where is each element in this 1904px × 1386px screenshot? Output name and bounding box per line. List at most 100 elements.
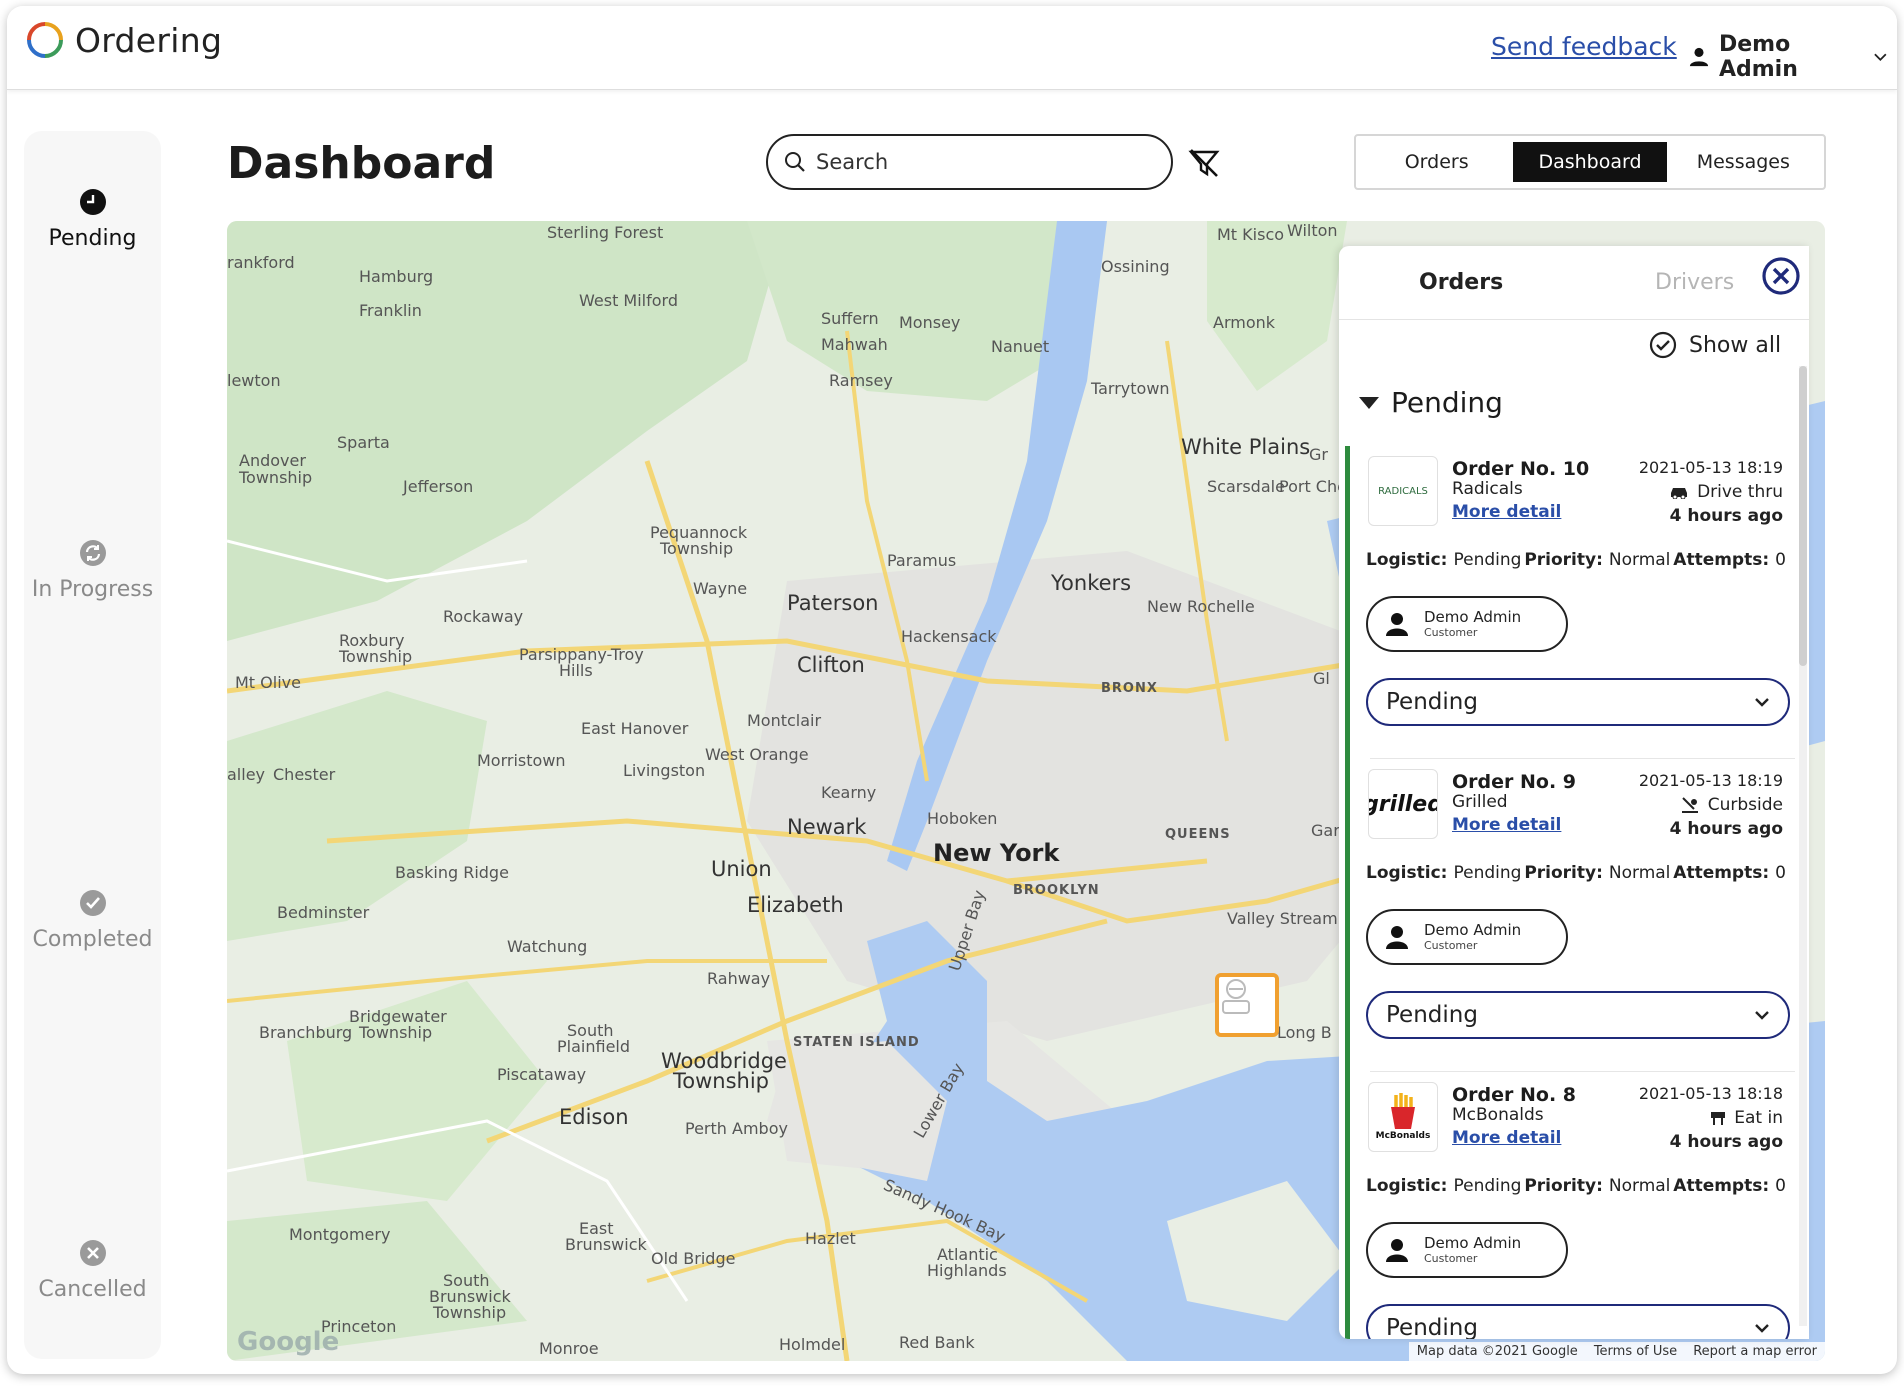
order-meta: Logistic: Pending Priority: Normal Attempt…	[1366, 863, 1786, 883]
order-card[interactable]: grilled Order No. 9 Grilled More detail …	[1345, 759, 1795, 1072]
show-all-toggle[interactable]: Show all	[1649, 331, 1781, 359]
map-label: Old Bridge	[651, 1249, 736, 1268]
map-label: alley	[227, 765, 266, 784]
map-label: Gl	[1313, 669, 1330, 688]
more-detail-link[interactable]: More detail	[1452, 1128, 1561, 1148]
logistic-label: Logistic:	[1366, 1176, 1448, 1196]
order-number: Order No. 9	[1452, 771, 1577, 793]
map-label: BRONX	[1101, 681, 1158, 696]
map-label: Ramsey	[829, 371, 893, 390]
sidebar-item-cancelled[interactable]: Cancelled	[24, 1239, 161, 1302]
order-card[interactable]: McBonalds Order No. 8 McBonalds More det…	[1345, 1072, 1795, 1339]
order-card[interactable]: RADICALS Order No. 10 Radicals More deta…	[1345, 446, 1795, 759]
map-label: White Plains	[1181, 435, 1311, 459]
map-label: Wayne	[693, 579, 748, 598]
business-name: Radicals	[1452, 479, 1523, 499]
top-header: Ordering Send feedback Demo Admin	[7, 6, 1897, 90]
map-attribution: Map data ©2021 Google Terms of Use Repor…	[1408, 1342, 1825, 1361]
store-icon	[1222, 979, 1250, 1014]
map-label: Township	[433, 1303, 507, 1322]
sidebar-item-in-progress[interactable]: In Progress	[24, 539, 161, 602]
chevron-down-icon	[1755, 698, 1769, 707]
search-icon	[785, 152, 805, 172]
attempts-value: 0	[1775, 1176, 1786, 1196]
tab-orders[interactable]: Orders	[1360, 142, 1513, 182]
map-label: rankford	[227, 253, 295, 272]
attempts-value: 0	[1775, 863, 1786, 883]
logistic-label: Logistic:	[1366, 863, 1448, 883]
customer-chip[interactable]: Demo Admin Customer	[1366, 1222, 1568, 1278]
map-label: Montgomery	[289, 1225, 391, 1244]
business-map-marker[interactable]	[1215, 973, 1279, 1037]
close-panel-icon[interactable]	[1761, 256, 1801, 296]
map-label: Rockaway	[443, 607, 524, 626]
priority-label: Priority:	[1524, 1176, 1603, 1196]
map-label: New Rochelle	[1147, 597, 1255, 616]
chevron-down-icon	[1874, 53, 1887, 62]
map-label: Elizabeth	[747, 893, 844, 917]
refresh-icon	[79, 540, 106, 566]
delivery-type: Eat in	[1710, 1108, 1783, 1128]
page-title: Dashboard	[227, 138, 496, 189]
fries-icon	[1391, 1093, 1415, 1129]
orders-panel: Orders Drivers Show all Pending RADICALS…	[1339, 246, 1809, 1339]
map-label: Holmdel	[779, 1335, 846, 1354]
customer-name: Demo Admin	[1424, 921, 1522, 939]
avatar-icon	[1386, 926, 1408, 949]
more-detail-link[interactable]: More detail	[1452, 502, 1561, 522]
order-status-select[interactable]: Pending	[1366, 991, 1790, 1039]
customer-name: Demo Admin	[1424, 1234, 1522, 1252]
pending-section-header[interactable]: Pending	[1359, 386, 1503, 419]
attempts-label: Attempts:	[1673, 1176, 1770, 1196]
business-logo: grilled	[1368, 769, 1438, 839]
time-ago: 4 hours ago	[1669, 819, 1783, 839]
tab-panel-orders[interactable]: Orders	[1419, 270, 1503, 295]
map-label: Nanuet	[991, 337, 1050, 356]
sidebar-item-completed[interactable]: Completed	[24, 889, 161, 952]
app-logo[interactable]: Ordering	[25, 20, 222, 60]
report-map-error-link[interactable]: Report a map error	[1685, 1342, 1825, 1361]
map-label: Newark	[787, 815, 867, 839]
priority-label: Priority:	[1524, 550, 1603, 570]
map-label: Jefferson	[403, 477, 474, 496]
logistic-value: Pending	[1453, 550, 1522, 570]
tab-panel-drivers[interactable]: Drivers	[1655, 270, 1734, 295]
map-label: Kearny	[821, 783, 877, 802]
order-status-select[interactable]: Pending	[1366, 678, 1790, 726]
map-label: Township	[660, 539, 734, 558]
scrollbar-thumb[interactable]	[1799, 366, 1807, 666]
business-logo: McBonalds	[1368, 1082, 1438, 1152]
map-label: Rahway	[707, 969, 771, 988]
sidebar-item-pending[interactable]: Pending	[24, 188, 161, 251]
map-label: Mahwah	[821, 335, 888, 354]
customer-chip[interactable]: Demo Admin Customer	[1366, 596, 1568, 652]
customer-role: Customer	[1424, 1252, 1478, 1265]
customer-chip[interactable]: Demo Admin Customer	[1366, 909, 1568, 965]
panel-scrollbar[interactable]	[1799, 366, 1807, 1326]
priority-value: Normal	[1608, 1176, 1671, 1196]
map-label: Edison	[559, 1105, 629, 1129]
curbside-icon	[1681, 797, 1698, 813]
order-status-select[interactable]: Pending	[1366, 1304, 1790, 1339]
map-label: Watchung	[507, 937, 588, 956]
user-menu[interactable]: Demo Admin	[1689, 32, 1897, 82]
tab-messages[interactable]: Messages	[1667, 142, 1820, 182]
map-label: Hills	[559, 661, 593, 680]
chevron-down-icon	[1755, 1324, 1769, 1333]
terms-of-use-link[interactable]: Terms of Use	[1586, 1342, 1685, 1361]
send-feedback-link[interactable]: Send feedback	[1491, 32, 1677, 61]
map-label: Gar	[1311, 821, 1340, 840]
business-logo: RADICALS	[1368, 456, 1438, 526]
more-detail-link[interactable]: More detail	[1452, 815, 1561, 835]
search-input[interactable]	[816, 150, 1136, 174]
tab-dashboard[interactable]: Dashboard	[1513, 142, 1667, 182]
show-all-label: Show all	[1689, 332, 1782, 358]
map-label: Township	[359, 1023, 433, 1042]
filter-off-icon[interactable]	[1187, 146, 1221, 180]
search-box[interactable]	[766, 134, 1173, 190]
map-label: Mt Olive	[235, 673, 301, 692]
clock-icon	[79, 189, 106, 215]
map-label: Montclair	[747, 711, 822, 730]
map-label: Tarrytown	[1091, 379, 1170, 398]
map-label: Chester	[273, 765, 336, 784]
